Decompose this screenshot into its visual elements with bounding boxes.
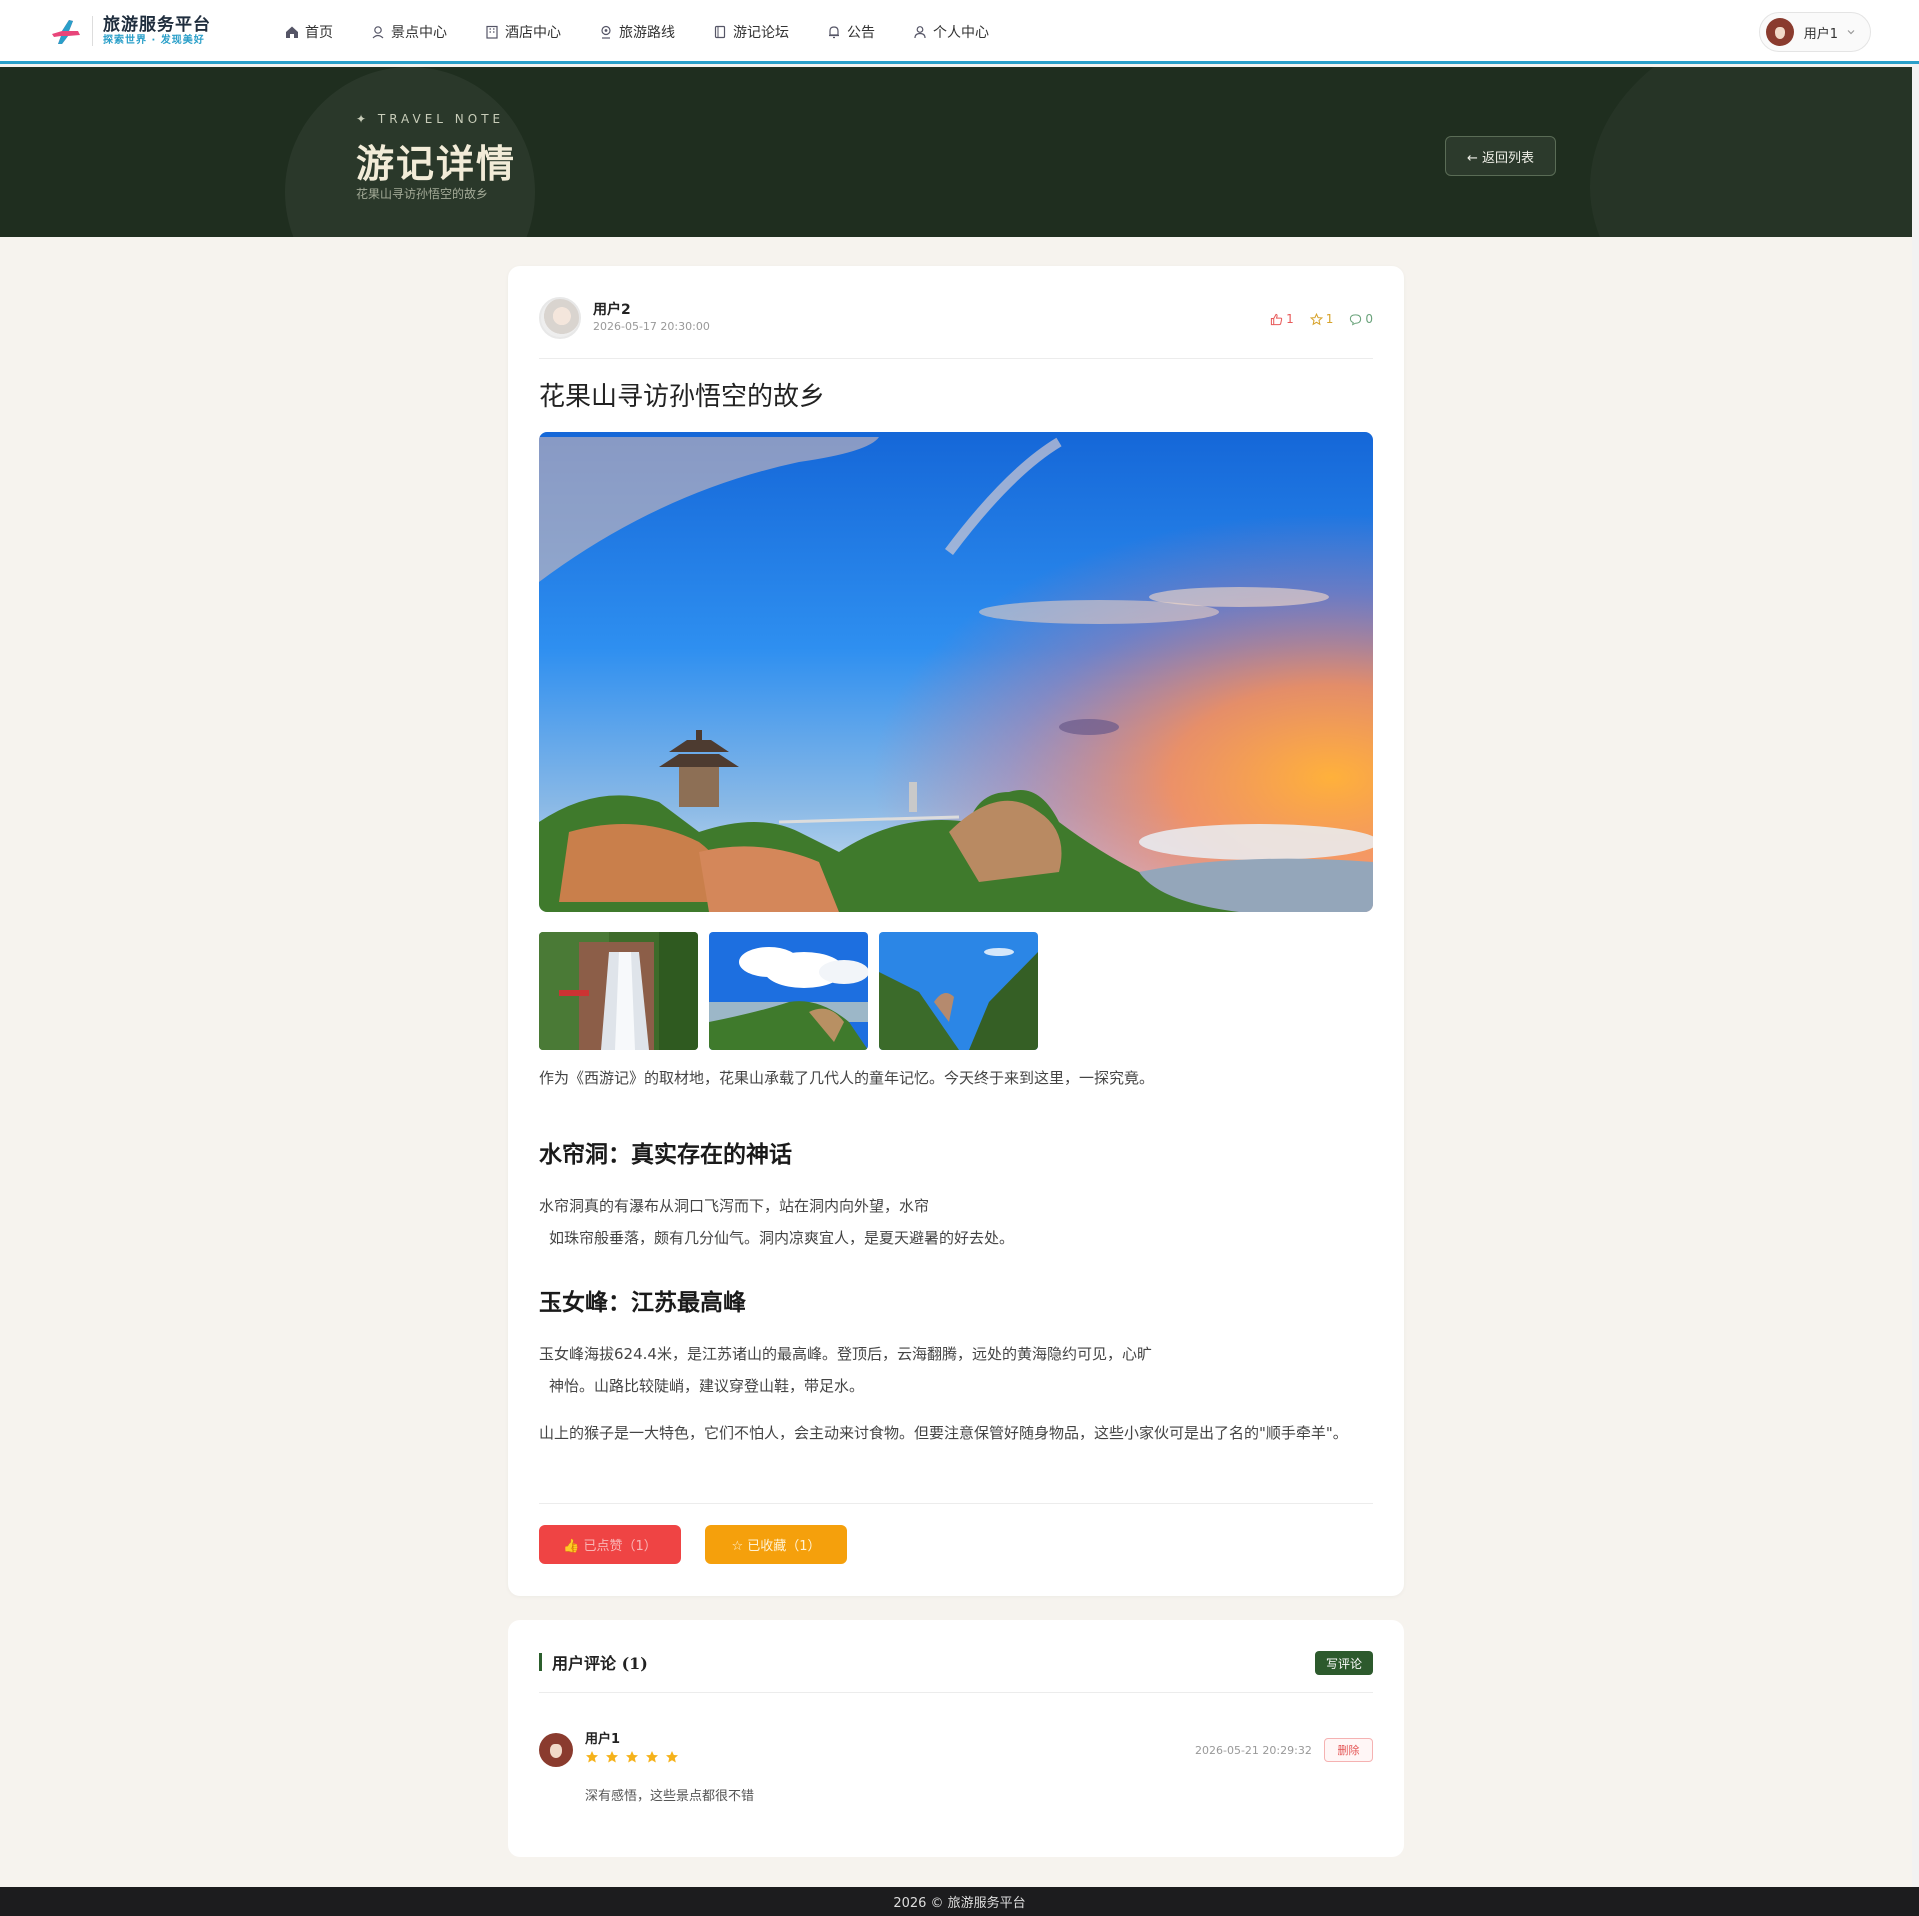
home-icon [286,26,298,38]
bell-icon [829,26,839,39]
section-paragraph-line: 如珠帘般垂落，颇有几分仙气。洞内凉爽宜人，是夏天避暑的好去处。 [549,1229,1015,1247]
liked-button[interactable]: 👍 已点赞（1） [539,1525,681,1564]
star-filled-icon [626,1751,638,1763]
divider [539,358,1373,359]
nav-label: 景点中心 [391,25,447,41]
favorited-button[interactable]: ☆ 已收藏（1） [705,1525,847,1564]
post-intro: 作为《西游记》的取材地，花果山承载了几代人的童年记忆。今天终于来到这里，一探究竟… [539,1069,1155,1087]
section-paragraph-line: 水帘洞真的有瀑布从洞口飞泻而下，站在洞内向外望，水帘 [539,1197,930,1215]
post-stats: 1 1 0 [1254,312,1373,326]
comments-card: 用户评论 (1) 写评论 用户1 2026-05-21 20:29:32 删除 … [508,1620,1404,1857]
comment-time: 2026-05-21 20:29:32 [1195,1744,1312,1757]
route-icon [601,25,611,39]
author-avatar[interactable] [539,297,581,339]
back-to-list-button[interactable]: ← 返回列表 [1445,136,1556,176]
page-footer: 2026 © 旅游服务平台 [0,1887,1919,1916]
nav-label: 公告 [847,25,875,41]
post-closing: 山上的猴子是一大特色，它们不怕人，会主动来讨食物。但要注意保管好随身物品，这些小… [539,1424,1348,1442]
logo-divider [92,16,93,46]
section-heading: 玉女峰：江苏最高峰 [539,1289,746,1316]
nav-profile[interactable]: 个人中心 [913,22,989,42]
nav-label: 个人中心 [933,25,989,41]
post-main-image[interactable] [539,432,1373,912]
hero-kicker: ✦ TRAVEL NOTE [356,112,505,126]
brand-title: 旅游服务平台 [103,15,211,35]
top-navbar: 旅游服务平台 探索世界 · 发现美好 首页 景点中心 酒店中心 旅游路线 游记论… [0,0,1919,64]
nav-hotels[interactable]: 酒店中心 [485,22,561,42]
nav-routes[interactable]: 旅游路线 [599,22,675,42]
nav-home[interactable]: 首页 [285,22,333,42]
image-thumbnails [539,932,1049,1050]
like-count: 1 [1270,312,1294,326]
nav-label: 首页 [305,25,333,41]
building-icon [486,25,498,39]
page-subtitle: 花果山寻访孙悟空的故乡 [356,187,489,201]
comments-title: 用户评论 (1) [552,1654,648,1673]
star-icon [1309,312,1323,325]
nav-announcements[interactable]: 公告 [827,22,875,42]
comment-count-value: 0 [1365,312,1373,326]
airplane-icon [52,20,80,44]
avatar [1765,18,1794,46]
brand-logo[interactable]: 旅游服务平台 探索世界 · 发现美好 [48,14,211,48]
delete-comment-button[interactable]: 删除 [1324,1738,1373,1762]
page-title: 游记详情 [356,141,517,186]
divider [539,1692,1373,1693]
comments-heading: 用户评论 (1) [539,1650,648,1674]
star-filled-icon [606,1751,618,1763]
nav-label: 旅游路线 [619,25,675,41]
write-comment-button[interactable]: 写评论 [1314,1651,1373,1675]
favorite-count-value: 1 [1325,312,1334,326]
thumbs-up-icon [1270,313,1283,325]
favorite-count: 1 [1309,312,1334,326]
nav-attractions[interactable]: 景点中心 [371,22,447,42]
heading-accent-bar [539,1653,542,1671]
rating-stars [585,1750,685,1764]
comment-author[interactable]: 用户1 [585,1728,620,1747]
thumbnail-peaks[interactable] [879,932,1038,1050]
comment-text: 深有感悟，这些景点都很不错 [585,1789,755,1804]
star-filled-icon [666,1751,678,1763]
star-filled-icon [646,1751,658,1763]
main-nav: 首页 景点中心 酒店中心 旅游路线 游记论坛 公告 个人中心 [285,0,1027,64]
thumbnail-waterfall[interactable] [539,932,698,1050]
comment-icon [1350,313,1362,326]
scrollbar[interactable] [1912,64,1919,1887]
comment-count: 0 [1349,312,1373,326]
star-filled-icon [586,1751,598,1763]
thumbnail-clouds[interactable] [709,932,868,1050]
brand-subtitle: 探索世界 · 发现美好 [103,35,205,46]
avatar[interactable] [539,1733,573,1767]
hero-decoration [1590,67,1919,237]
nav-label: 酒店中心 [505,25,561,41]
post-card: 用户2 2026-05-17 20:30:00 1 1 0 花果山寻访孙悟空的故… [508,266,1404,1596]
author-info: 用户2 2026-05-17 20:30:00 [539,297,710,339]
chevron-down-icon [1847,30,1855,35]
user-icon [914,26,926,39]
nav-forum[interactable]: 游记论坛 [713,22,789,42]
author-name[interactable]: 用户2 [593,301,710,319]
post-time: 2026-05-17 20:30:00 [593,320,710,333]
nav-label: 游记论坛 [733,25,789,41]
page-hero: ✦ TRAVEL NOTE 游记详情 花果山寻访孙悟空的故乡 ← 返回列表 [0,67,1919,237]
divider [539,1503,1373,1504]
section-paragraph-line: 玉女峰海拔624.4米，是江苏诸山的最高峰。登顶后，云海翻腾，远处的黄海隐约可见… [539,1345,1152,1363]
user-menu[interactable]: 用户1 [1758,12,1871,52]
section-paragraph-line: 神怡。山路比较陡峭，建议穿登山鞋，带足水。 [549,1377,865,1395]
pin-icon [372,26,384,39]
section-heading: 水帘洞：真实存在的神话 [539,1141,792,1168]
like-count-value: 1 [1286,312,1294,326]
post-title: 花果山寻访孙悟空的故乡 [539,382,826,412]
user-name: 用户1 [1803,26,1838,42]
book-icon [714,25,726,39]
